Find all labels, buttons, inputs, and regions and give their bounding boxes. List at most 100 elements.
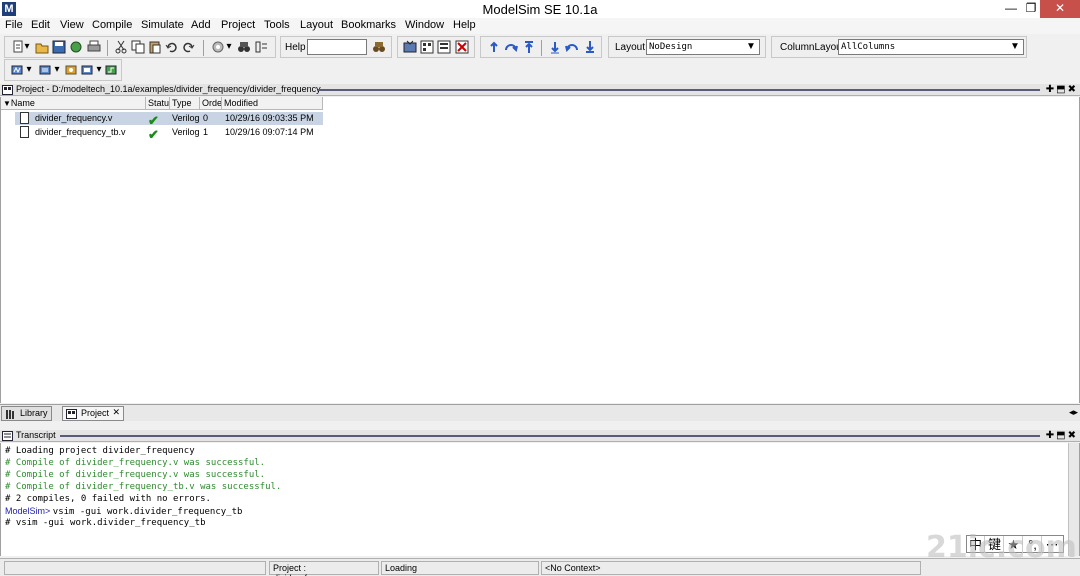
column-layout-select[interactable]: AllColumns	[838, 39, 1024, 55]
menu-help[interactable]: Help	[453, 19, 476, 31]
add-list-dropdown-icon[interactable]: ▾	[53, 63, 61, 77]
column-header-type[interactable]: Type	[170, 97, 200, 110]
file-type: Verilog	[172, 127, 200, 137]
transcript-panel-header: Transcript ✚⬒✖	[0, 430, 1080, 442]
ime-chinese-mode[interactable]: 中	[967, 536, 985, 553]
copy-icon[interactable]	[131, 40, 145, 54]
menu-bar: File Edit View Compile Simulate Add Proj…	[0, 18, 1080, 34]
project-icon	[66, 409, 77, 419]
menu-view[interactable]: View	[60, 19, 84, 31]
toolbar-separator	[203, 40, 204, 56]
help-search-input[interactable]	[307, 39, 367, 55]
compile-icon[interactable]	[403, 40, 417, 54]
open-folder-icon[interactable]	[35, 40, 49, 54]
add-memory-dropdown-icon[interactable]: ▾	[95, 63, 103, 77]
step-back-over-icon[interactable]	[565, 40, 579, 54]
project-panel-controls[interactable]: ✚⬒✖	[1046, 84, 1078, 95]
new-dropdown-icon[interactable]: ▾	[23, 40, 31, 54]
compile-all-icon[interactable]	[420, 40, 434, 54]
add-wave-dropdown-icon[interactable]: ▾	[25, 63, 33, 77]
ime-punctuation[interactable]: °,	[1024, 536, 1042, 553]
step-over-icon[interactable]	[504, 40, 518, 54]
transcript-panel-controls[interactable]: ✚⬒✖	[1046, 430, 1078, 441]
verilog-file-icon	[20, 126, 29, 138]
menu-file[interactable]: File	[5, 19, 23, 31]
file-order: 0	[203, 113, 209, 123]
menu-window[interactable]: Window	[405, 19, 444, 31]
break-icon[interactable]	[455, 40, 469, 54]
project-panel-title: Project - D:/modeltech_10.1a/examples/di…	[16, 84, 321, 94]
find-binoculars-icon[interactable]	[237, 40, 251, 54]
ime-keyboard-mode[interactable]: 键	[986, 536, 1004, 553]
panel-drag-grip[interactable]	[318, 89, 1040, 91]
menu-bookmarks[interactable]: Bookmarks	[341, 19, 396, 31]
cut-icon[interactable]	[114, 40, 128, 54]
add-memory-icon[interactable]	[81, 63, 95, 77]
transcript-console[interactable]: # Loading project divider_frequency # Co…	[0, 443, 1080, 556]
menu-compile[interactable]: Compile	[92, 19, 132, 31]
menu-edit[interactable]: Edit	[31, 19, 50, 31]
standard-toolbar: ▾ ▾	[4, 36, 276, 58]
menu-add[interactable]: Add	[191, 19, 211, 31]
menu-project[interactable]: Project	[221, 19, 255, 31]
close-button[interactable]: ✕	[1040, 0, 1080, 18]
disc-icon[interactable]	[211, 40, 225, 54]
file-modified: 10/29/16 09:07:14 PM	[225, 127, 314, 137]
menu-layout[interactable]: Layout	[300, 19, 333, 31]
ime-more-icon[interactable]: ⋯	[1043, 536, 1061, 553]
transcript-title: Transcript	[16, 430, 56, 440]
compile-out-of-date-icon[interactable]	[437, 40, 451, 54]
file-type: Verilog	[172, 113, 200, 123]
step-out-icon[interactable]	[522, 40, 536, 54]
tab-close-icon[interactable]: ✕	[112, 407, 120, 418]
layout-label: Layout	[615, 42, 646, 53]
add-list-icon[interactable]	[39, 63, 53, 77]
column-header-modified[interactable]: Modified	[222, 97, 323, 110]
library-icon	[6, 410, 14, 419]
file-modified: 10/29/16 09:03:35 PM	[225, 113, 314, 123]
paste-icon[interactable]	[148, 40, 162, 54]
workspace-tabs: Library Project ✕ ◂▸	[0, 404, 1080, 421]
column-header-order[interactable]: Order	[200, 97, 222, 110]
step-back-out-icon[interactable]	[583, 40, 597, 54]
column-layout-dropdown-icon[interactable]: ▼	[1008, 40, 1022, 54]
step-back-icon[interactable]	[548, 40, 562, 54]
format-icon[interactable]	[254, 40, 268, 54]
step-into-icon[interactable]	[487, 40, 501, 54]
transcript-line: # 2 compiles, 0 failed with no errors.	[5, 494, 211, 504]
table-row[interactable]: divider_frequency.v ✔ Verilog 0 10/29/16…	[15, 112, 323, 128]
add-wave-icon[interactable]	[11, 63, 25, 77]
redo-icon[interactable]	[181, 40, 195, 54]
window-title: ModelSim SE 10.1a	[482, 2, 598, 17]
layout-select[interactable]: NoDesign	[646, 39, 760, 55]
column-header-name[interactable]: ▼Name	[1, 97, 146, 110]
transcript-line: # Compile of divider_frequency_tb.v was …	[5, 482, 282, 492]
panel-drag-grip[interactable]	[60, 435, 1040, 437]
layout-dropdown-icon[interactable]: ▼	[744, 40, 758, 54]
help-search-icon[interactable]	[372, 40, 386, 54]
tab-library-label: Library	[20, 408, 48, 418]
table-row[interactable]: divider_frequency_tb.v ✔ Verilog 1 10/29…	[15, 126, 323, 142]
sort-indicator-icon: ▼	[3, 99, 11, 108]
transcript-prompt-line: ModelSim> vsim -gui work.divider_frequen…	[5, 506, 242, 517]
undo-icon[interactable]	[165, 40, 179, 54]
print-icon[interactable]	[87, 40, 101, 54]
save-icon[interactable]	[52, 40, 66, 54]
tab-library[interactable]: Library	[1, 406, 52, 421]
tab-scroll-arrows-icon[interactable]: ◂▸	[1069, 407, 1078, 418]
column-layout-label: ColumnLayout	[780, 42, 845, 53]
menu-tools[interactable]: Tools	[264, 19, 290, 31]
tab-project[interactable]: Project ✕	[62, 406, 125, 421]
transcript-line: # Compile of divider_frequency.v was suc…	[5, 470, 266, 480]
transcript-scrollbar[interactable]	[1068, 443, 1079, 556]
menu-simulate[interactable]: Simulate	[141, 19, 184, 31]
status-field-empty	[4, 561, 266, 575]
column-header-status[interactable]: Status	[146, 97, 170, 110]
add-schematic-icon[interactable]	[105, 63, 119, 77]
ime-star-icon[interactable]: ★	[1005, 536, 1023, 553]
add-dataflow-icon[interactable]	[65, 63, 79, 77]
reload-icon[interactable]	[69, 40, 83, 54]
status-state: Loading	[381, 561, 539, 575]
status-bar: Project : divider_frequency Loading <No …	[0, 558, 1080, 576]
disc-dropdown-icon[interactable]: ▾	[225, 40, 233, 54]
